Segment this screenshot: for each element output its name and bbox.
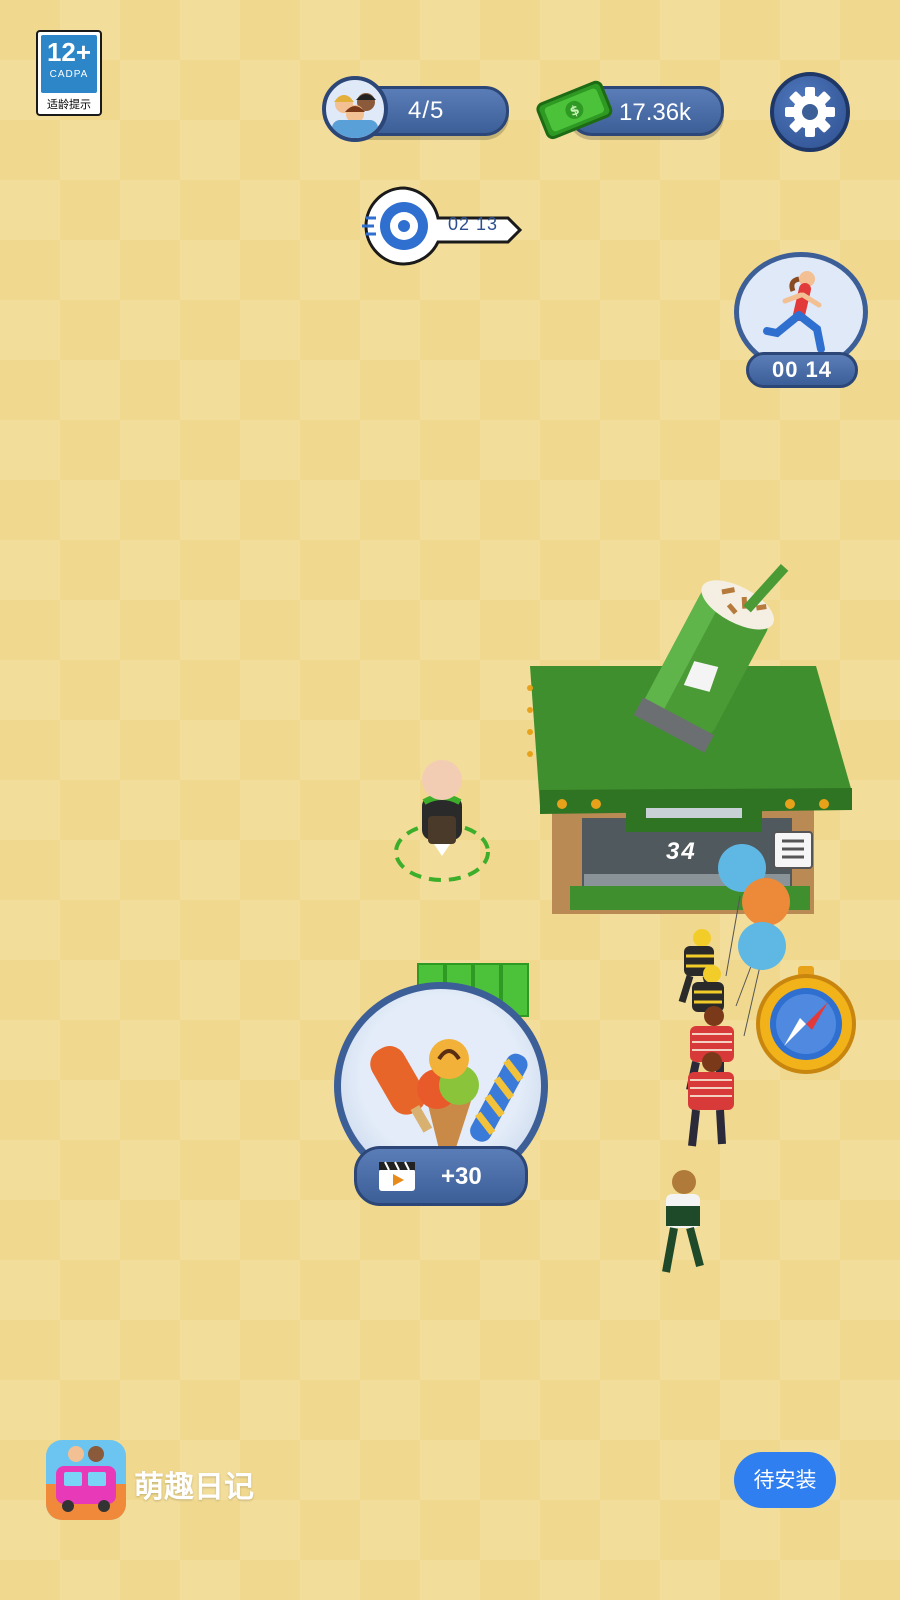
staff-group-icon [322, 76, 388, 142]
run-boost-button[interactable]: 00 14 [732, 252, 872, 390]
cash-bill-icon: $ [534, 74, 614, 144]
ad-app-icon[interactable] [46, 1440, 126, 1520]
install-button[interactable]: 待安装 [734, 1452, 836, 1508]
cash-amount-text: 17.36k [619, 99, 692, 126]
age-rating-org: CADPA [49, 69, 89, 80]
food-reward-pill: +30 [354, 1146, 528, 1206]
age-rating-caption: 适龄提示 [47, 98, 91, 111]
video-clapper-icon [379, 1161, 415, 1191]
age-rating-badge[interactable]: 12+ CADPA 适龄提示 [36, 30, 102, 116]
age-rating-number: 12+ [46, 37, 92, 67]
staff-count-text: 4/5 [408, 97, 445, 124]
settings-button[interactable] [770, 72, 850, 152]
running-woman-icon [763, 271, 825, 353]
food-reward-button[interactable]: +30 [330, 960, 554, 1210]
player-character[interactable] [390, 756, 494, 886]
age-rating-top: 12+ CADPA [41, 35, 97, 93]
speed-key-timer[interactable]: 02 13 [358, 182, 526, 272]
customer-queue [662, 844, 790, 1273]
gear-icon [785, 87, 835, 137]
food-reward-label: +30 [441, 1163, 482, 1190]
run-boost-timer: 00 14 [746, 352, 858, 388]
ad-app-name[interactable]: 萌趣日记 [134, 1462, 254, 1506]
key-timer-text: 02 13 [448, 214, 499, 234]
